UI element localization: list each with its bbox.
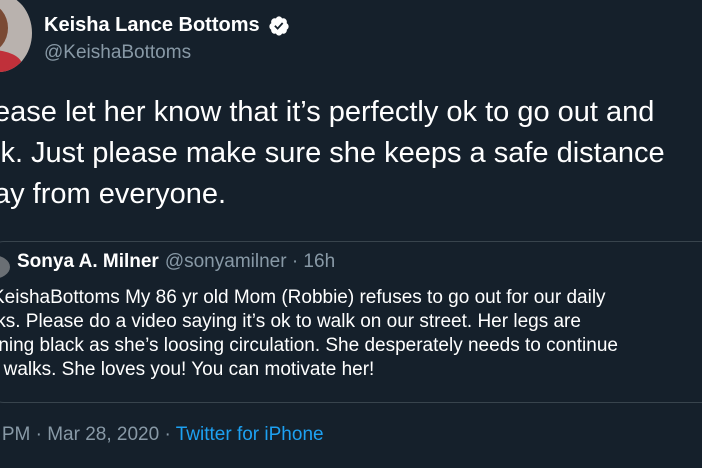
quoted-tweet-text: KeishaBottoms My 86 yr old Mom (Robbie) … [0,287,618,380]
tweet-footer: 4 PM · Mar 28, 2020 · Twitter for iPhone [0,424,324,446]
tweet-source-link[interactable]: Twitter for iPhone [176,424,324,445]
tweet-text: ease let her know that it’s perfectly ok… [0,96,665,210]
tweet-author[interactable]: Keisha Lance Bottoms [44,14,290,37]
author-name[interactable]: Keisha Lance Bottoms [44,14,260,37]
author-handle[interactable]: @KeishaBottoms [44,42,191,64]
tweet-timestamp[interactable]: 4 PM · Mar 28, 2020 · [0,424,176,445]
avatar-shirt [0,50,22,72]
verified-badge-icon [269,15,289,36]
quoted-tweet-header: Sonya A. Milner @sonyamilner · 16h [17,251,335,273]
author-avatar[interactable] [0,0,32,72]
quoted-author-meta: @sonyamilner · 16h [164,251,336,272]
avatar-face [0,4,8,52]
quoted-author-name[interactable]: Sonya A. Milner [17,251,159,272]
